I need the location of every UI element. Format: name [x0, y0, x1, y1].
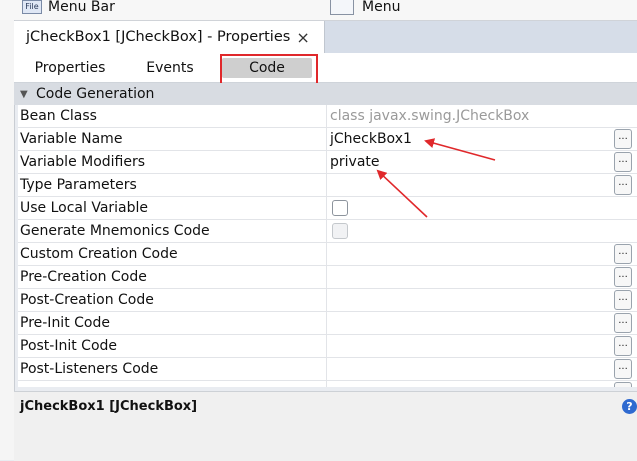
code-tab-highlight: [220, 54, 318, 85]
column-divider: [326, 197, 327, 219]
column-divider: [326, 105, 327, 127]
help-icon[interactable]: ?: [622, 399, 637, 414]
properties-window-tab[interactable]: jCheckBox1 [JCheckBox] - Properties ×: [14, 21, 325, 53]
property-name: Pre-Creation Code: [20, 269, 147, 285]
window-title: jCheckBox1 [JCheckBox] - Properties: [26, 29, 291, 45]
property-name: Custom Creation Code: [20, 246, 178, 262]
table-row[interactable]: Variable Modifiers private ...: [18, 151, 637, 174]
table-row[interactable]: Type Parameters ...: [18, 174, 637, 197]
column-divider: [326, 220, 327, 242]
property-grid: Bean Class class javax.swing.JCheckBox V…: [18, 105, 637, 387]
property-name: Pre-Init Code: [20, 315, 110, 331]
ellipsis-button[interactable]: ...: [614, 244, 632, 264]
palette-item-label: Menu Bar: [48, 0, 115, 15]
property-name: Bean Class: [20, 108, 97, 124]
property-name: Use Local Variable: [20, 200, 149, 216]
ellipsis-button[interactable]: ...: [614, 313, 632, 333]
description-panel: jCheckBox1 [JCheckBox] ?: [14, 391, 637, 461]
ellipsis-button[interactable]: ...: [614, 175, 632, 195]
tab-properties[interactable]: Properties: [26, 58, 114, 78]
chevron-down-icon[interactable]: ▼: [20, 89, 34, 100]
property-value[interactable]: jCheckBox1: [330, 128, 412, 150]
column-divider: [326, 381, 327, 387]
ellipsis-button[interactable]: ...: [614, 152, 632, 172]
table-row[interactable]: Post-Creation Code ...: [18, 289, 637, 312]
section-label: Code Generation: [36, 86, 155, 102]
description-title: jCheckBox1 [JCheckBox]: [20, 399, 198, 414]
tab-events[interactable]: Events: [138, 58, 202, 78]
ellipsis-button[interactable]: ...: [614, 129, 632, 149]
column-divider: [326, 243, 327, 265]
property-name: Post-Creation Code: [20, 292, 154, 308]
generate-mnemonics-checkbox: [332, 223, 348, 239]
menu-icon: [330, 0, 354, 15]
property-value[interactable]: private: [330, 151, 380, 173]
property-subtabs: Properties Events Code: [14, 53, 637, 83]
table-row[interactable]: Pre-Creation Code ...: [18, 266, 637, 289]
ellipsis-button[interactable]: ...: [614, 336, 632, 356]
table-row[interactable]: Variable Name jCheckBox1 ...: [18, 128, 637, 151]
property-name: Post-Listeners Code: [20, 361, 159, 377]
palette-item-menu[interactable]: Menu: [330, 0, 400, 18]
column-divider: [326, 128, 327, 150]
close-icon[interactable]: ×: [296, 28, 309, 47]
table-row-partial[interactable]: ...: [18, 381, 637, 387]
table-row[interactable]: Bean Class class javax.swing.JCheckBox: [18, 105, 637, 128]
property-name: Post-Init Code: [20, 338, 118, 354]
table-row[interactable]: Post-Init Code ...: [18, 335, 637, 358]
table-row[interactable]: Post-Listeners Code ...: [18, 358, 637, 381]
property-value: class javax.swing.JCheckBox: [330, 108, 530, 124]
palette-strip: File Menu Bar Menu: [0, 0, 637, 21]
column-divider: [326, 174, 327, 196]
column-divider: [326, 289, 327, 311]
table-row[interactable]: Use Local Variable: [18, 197, 637, 220]
property-name: Variable Name: [20, 131, 123, 147]
ellipsis-button[interactable]: ...: [614, 359, 632, 379]
table-row[interactable]: Generate Mnemonics Code: [18, 220, 637, 243]
ellipsis-button[interactable]: ...: [614, 267, 632, 287]
table-row[interactable]: Custom Creation Code ...: [18, 243, 637, 266]
palette-item-menu-bar[interactable]: File Menu Bar: [22, 0, 115, 18]
ellipsis-button[interactable]: ...: [614, 290, 632, 310]
property-name: Variable Modifiers: [20, 154, 146, 170]
ellipsis-button[interactable]: ...: [614, 382, 632, 387]
use-local-variable-checkbox[interactable]: [332, 200, 348, 216]
property-name: Generate Mnemonics Code: [20, 223, 210, 239]
menu-bar-icon: File: [22, 0, 42, 14]
column-divider: [326, 358, 327, 380]
property-name: Type Parameters: [20, 177, 137, 193]
column-divider: [326, 312, 327, 334]
column-divider: [326, 335, 327, 357]
column-divider: [326, 151, 327, 173]
section-code-generation[interactable]: ▼ Code Generation: [14, 83, 637, 105]
left-gutter: [0, 20, 15, 460]
palette-item-label: Menu: [362, 0, 401, 15]
table-row[interactable]: Pre-Init Code ...: [18, 312, 637, 335]
window-tab-bar: jCheckBox1 [JCheckBox] - Properties ×: [14, 21, 637, 53]
column-divider: [326, 266, 327, 288]
